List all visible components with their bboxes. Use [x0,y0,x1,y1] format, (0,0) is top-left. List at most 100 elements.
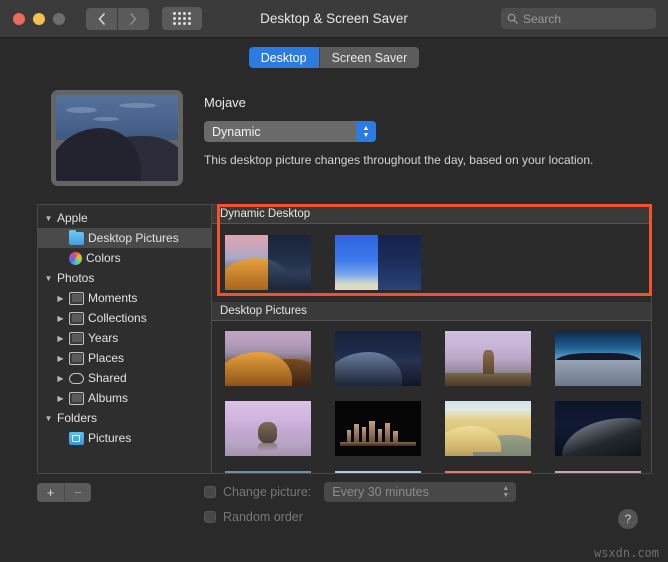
thumbnail-half-night [378,235,421,290]
wallpaper-thumbnail[interactable] [445,331,531,386]
back-button[interactable] [86,8,117,30]
art-layer [225,235,268,290]
wallpaper-thumbnail[interactable] [555,471,641,473]
sidebar-item-apple[interactable]: ▼ Apple [38,208,211,228]
folder-icon [69,232,84,245]
art-layer [268,235,311,290]
sidebar-item-label: Albums [88,391,128,405]
wallpaper-thumbnail[interactable] [225,331,311,386]
grid-icon [173,12,191,25]
triangle-right-icon[interactable]: ▶ [56,394,65,403]
wallpaper-thumbnail[interactable] [335,331,421,386]
color-wheel-icon [69,252,82,265]
wallpaper-thumbnail-solar-gradients[interactable] [335,235,421,290]
picture-browser[interactable]: Dynamic Desktop [212,205,651,473]
triangle-right-icon[interactable]: ▶ [56,294,65,303]
thumbnail-half-night [268,235,311,290]
pictures-folder-icon [69,432,84,445]
chevron-left-icon [98,13,105,25]
sidebar-item-label: Moments [88,291,137,305]
picture-name: Mojave [204,95,644,110]
picture-style-value: Dynamic [212,125,261,139]
album-icon [69,292,84,305]
sidebar-item-desktop-pictures[interactable]: ▶ Desktop Pictures [38,228,211,248]
zoom-button[interactable] [53,13,65,25]
change-picture-checkbox[interactable] [204,486,216,498]
triangle-right-icon[interactable]: ▶ [56,334,65,343]
picture-style-select[interactable]: Dynamic ▲▼ [204,121,376,142]
wallpaper-thumbnail-mojave[interactable] [225,235,311,290]
thumbnail-half-day [335,235,378,290]
wallpaper-thumbnail[interactable] [445,471,531,473]
desktop-preview [51,90,183,186]
minimize-button[interactable] [33,13,45,25]
sidebar-item-label: Years [88,331,118,345]
change-picture-label: Change picture: [223,485,311,499]
sidebar-item-shared[interactable]: ▶ Shared [38,368,211,388]
sidebar-item-label: Desktop Pictures [88,231,179,245]
change-interval-select[interactable]: Every 30 minutes ▲▼ [324,482,516,502]
triangle-right-icon[interactable]: ▶ [56,314,65,323]
nav-buttons [86,8,149,30]
forward-button[interactable] [118,8,149,30]
sidebar-item-colors[interactable]: ▶ Colors [38,248,211,268]
sidebar-item-collections[interactable]: ▶ Collections [38,308,211,328]
stepper-arrows-icon: ▲▼ [502,482,509,502]
sidebar-item-photos[interactable]: ▼ Photos [38,268,211,288]
picture-info: Mojave Dynamic ▲▼ This desktop picture c… [204,95,644,167]
tab-desktop[interactable]: Desktop [249,47,319,68]
triangle-down-icon[interactable]: ▼ [44,214,53,223]
wallpaper-thumbnail[interactable] [445,401,531,456]
close-button[interactable] [13,13,25,25]
traffic-lights [13,13,65,25]
cloud-icon [69,373,84,384]
sidebar-item-label: Shared [88,371,127,385]
sidebar-item-label: Photos [57,271,94,285]
album-icon [69,332,84,345]
random-order-row: Random order [204,506,516,527]
window-titlebar: Desktop & Screen Saver Search [0,0,668,38]
help-button[interactable]: ? [618,509,638,529]
wallpaper-thumbnail[interactable] [225,471,311,473]
source-list-buttons: + − [37,483,91,502]
section-header-desktop-pictures: Desktop Pictures [212,302,651,321]
sidebar-item-pictures[interactable]: ▶ Pictures [38,428,211,448]
cloud-shape [93,117,120,121]
album-icon [69,392,84,405]
sidebar-item-years[interactable]: ▶ Years [38,328,211,348]
sidebar-item-label: Colors [86,251,121,265]
triangle-right-icon[interactable]: ▶ [56,354,65,363]
random-order-checkbox[interactable] [204,511,216,523]
chevron-right-icon [130,13,137,25]
show-all-button[interactable] [162,7,202,30]
sidebar-item-label: Apple [57,211,88,225]
art-layer [335,235,378,290]
search-icon [507,13,518,24]
tab-screen-saver[interactable]: Screen Saver [319,47,420,68]
desktop-pictures-grid [212,321,651,473]
change-interval-value: Every 30 minutes [332,485,429,499]
search-input[interactable]: Search [501,8,656,29]
art-layer [378,235,421,290]
triangle-right-icon[interactable]: ▶ [56,374,65,383]
sidebar-item-folders[interactable]: ▼ Folders [38,408,211,428]
sidebar-item-label: Places [88,351,124,365]
wallpaper-thumbnail[interactable] [555,331,641,386]
triangle-down-icon[interactable]: ▼ [44,274,53,283]
sidebar-item-places[interactable]: ▶ Places [38,348,211,368]
sidebar-item-moments[interactable]: ▶ Moments [38,288,211,308]
wallpaper-thumbnail[interactable] [555,401,641,456]
picture-description: This desktop picture changes throughout … [204,153,644,167]
wallpaper-thumbnail[interactable] [335,471,421,473]
wallpaper-thumbnail[interactable] [335,401,421,456]
search-placeholder: Search [523,12,561,26]
source-list: ▼ Apple ▶ Desktop Pictures ▶ Colors ▼ Ph… [38,205,212,473]
album-icon [69,352,84,365]
add-folder-button[interactable]: + [37,483,64,502]
wallpaper-thumbnail[interactable] [225,401,311,456]
sidebar-item-label: Pictures [88,431,131,445]
stepper-arrows-icon: ▲▼ [356,121,376,142]
sidebar-item-albums[interactable]: ▶ Albums [38,388,211,408]
remove-folder-button[interactable]: − [64,483,91,502]
triangle-down-icon[interactable]: ▼ [44,414,53,423]
